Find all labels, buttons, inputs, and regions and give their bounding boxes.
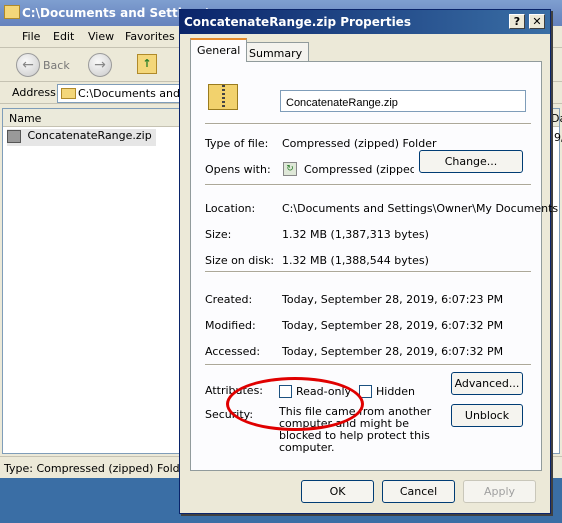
created-label: Created: (205, 293, 253, 306)
readonly-label[interactable]: Read-only (296, 385, 351, 398)
divider (205, 364, 531, 366)
readonly-checkbox[interactable] (279, 385, 292, 398)
divider (205, 123, 531, 125)
dialog-title-bar[interactable]: ConcatenateRange.zip Properties ? ✕ (180, 10, 550, 34)
created-value: Today, September 28, 2019, 6:07:23 PM (282, 293, 504, 306)
up-folder-icon[interactable]: ↑ (137, 54, 157, 74)
zip-folder-icon (208, 84, 238, 110)
zip-folder-icon (7, 129, 21, 143)
size-on-disk-value: 1.32 MB (1,388,544 bytes) (282, 254, 429, 267)
hidden-label[interactable]: Hidden (376, 385, 415, 398)
column-date[interactable]: Da (551, 112, 562, 125)
menu-favorites[interactable]: Favorites (125, 30, 175, 43)
menu-file[interactable]: File (22, 30, 40, 43)
accessed-value: Today, September 28, 2019, 6:07:32 PM (282, 345, 504, 358)
column-name[interactable]: Name (9, 112, 41, 125)
tab-general[interactable]: General (190, 38, 248, 62)
unblock-button[interactable]: Unblock (451, 404, 523, 427)
apply-button[interactable]: Apply (463, 480, 536, 503)
address-label: Address (12, 86, 56, 99)
location-value: C:\Documents and Settings\Owner\My Docum… (282, 202, 559, 215)
modified-value: Today, September 28, 2019, 6:07:32 PM (282, 319, 504, 332)
type-label: Type of file: (205, 137, 269, 150)
folder-icon (61, 88, 76, 99)
list-item[interactable]: ConcatenateRange.zip (7, 129, 156, 146)
change-button[interactable]: Change... (419, 150, 523, 173)
zip-handler-icon: ↻ (283, 162, 297, 176)
cancel-button[interactable]: Cancel (382, 480, 455, 503)
modified-label: Modified: (205, 319, 256, 332)
menu-edit[interactable]: Edit (53, 30, 74, 43)
back-button-label[interactable]: Back (43, 59, 70, 72)
location-label: Location: (205, 202, 256, 215)
address-input[interactable]: C:\Documents and Se (57, 84, 187, 103)
size-on-disk-label: Size on disk: (205, 254, 275, 267)
type-value: Compressed (zipped) Folder (282, 137, 437, 150)
divider (205, 271, 531, 273)
general-tab-panel: Type of file: Compressed (zipped) Folder… (190, 61, 558, 471)
file-date: 9/ (554, 131, 562, 144)
dialog-title: ConcatenateRange.zip Properties (184, 15, 411, 29)
opens-with-label: Opens with: (205, 163, 271, 176)
size-label: Size: (205, 228, 232, 241)
accessed-label: Accessed: (205, 345, 261, 358)
security-label: Security: (205, 408, 254, 421)
ok-button[interactable]: OK (301, 480, 374, 503)
file-name: ConcatenateRange.zip (27, 129, 152, 142)
help-button[interactable]: ? (509, 14, 525, 29)
attributes-label: Attributes: (205, 384, 264, 397)
size-value: 1.32 MB (1,387,313 bytes) (282, 228, 429, 241)
divider (205, 184, 531, 186)
folder-icon (4, 5, 20, 19)
properties-dialog: ConcatenateRange.zip Properties ? ✕ Gene… (179, 9, 558, 514)
close-button[interactable]: ✕ (529, 14, 545, 29)
back-arrow-icon[interactable]: ← (16, 53, 40, 77)
hidden-checkbox[interactable] (359, 385, 372, 398)
file-name-input[interactable] (280, 90, 526, 112)
forward-arrow-icon[interactable]: → (88, 53, 112, 77)
menu-view[interactable]: View (88, 30, 114, 43)
address-value: C:\Documents and Se (78, 87, 187, 100)
advanced-button[interactable]: Advanced... (451, 372, 523, 395)
security-text: This file came from another computer and… (279, 405, 432, 454)
opens-with-value: Compressed (zipped) I (304, 163, 414, 176)
